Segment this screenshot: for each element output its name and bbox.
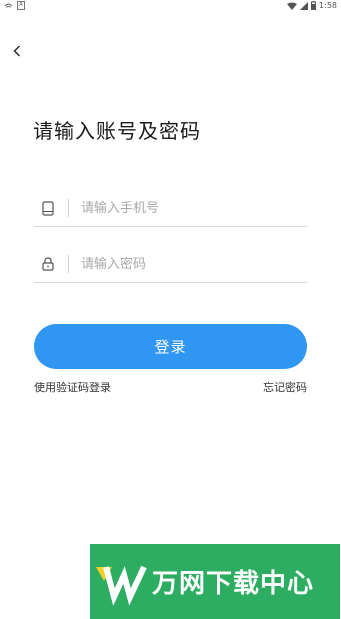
status-time: 1:58	[319, 1, 337, 10]
forgot-password-link[interactable]: 忘记密码	[263, 379, 307, 395]
sms-login-link[interactable]: 使用验证码登录	[34, 379, 111, 395]
wifi-icon	[287, 2, 298, 10]
password-field	[34, 246, 307, 283]
field-divider	[68, 255, 69, 273]
field-divider	[68, 199, 69, 217]
phone-icon	[38, 198, 58, 218]
phone-input[interactable]	[81, 200, 307, 216]
logo-icon	[96, 565, 147, 606]
page-title: 请输入账号及密码	[33, 119, 201, 143]
status-bar: A 1:58	[0, 0, 341, 14]
lock-icon	[38, 254, 58, 274]
notification-icon	[4, 3, 13, 8]
back-button[interactable]	[8, 40, 26, 62]
watermark-banner: 万网下载中心	[90, 544, 340, 619]
banner-text: 万网下载中心	[152, 569, 315, 599]
status-badge: A	[17, 1, 25, 10]
password-input[interactable]	[81, 256, 307, 272]
back-arrow-icon	[13, 45, 20, 57]
login-button[interactable]: 登录	[34, 324, 307, 369]
battery-icon	[311, 1, 317, 10]
signal-icon	[300, 1, 309, 10]
phone-field	[34, 190, 307, 227]
